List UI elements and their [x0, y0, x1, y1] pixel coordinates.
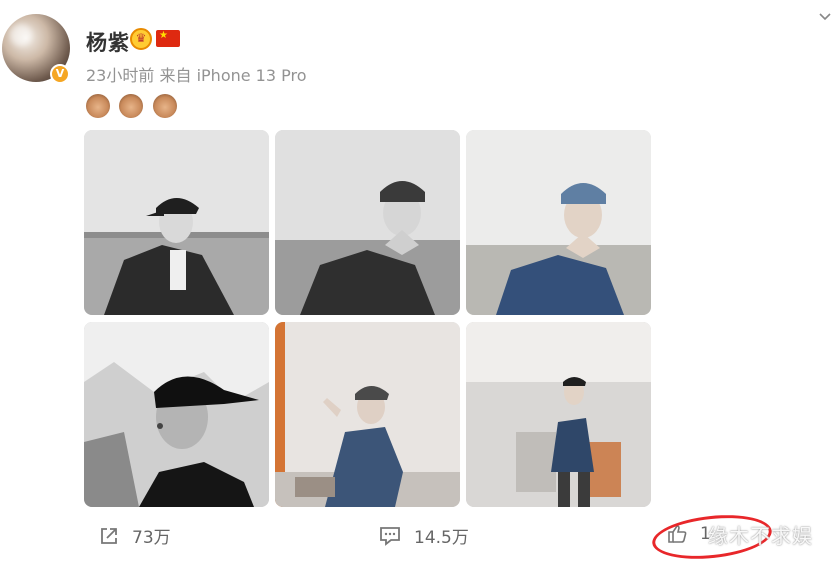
photo-4[interactable]: [84, 322, 269, 507]
photo-3[interactable]: [466, 130, 651, 315]
post-time: 23小时前: [86, 66, 155, 85]
crown-badge-icon: ♛: [130, 28, 152, 50]
monkey-emoji-icon: [86, 93, 110, 118]
monkey-emoji-icon: [119, 93, 144, 118]
post-device[interactable]: iPhone 13 Pro: [197, 66, 307, 85]
watermark: 缘木不求娱: [708, 524, 813, 548]
china-flag-icon: ★: [156, 30, 180, 47]
photo-1[interactable]: [84, 130, 269, 315]
verified-badge-icon: V: [50, 64, 70, 84]
comment-count: 14.5万: [414, 528, 469, 548]
share-button[interactable]: 73万: [98, 523, 171, 548]
share-icon: [101, 527, 117, 544]
comment-button[interactable]: 14.5万: [378, 523, 469, 548]
monkey-emoji-icon: [152, 93, 177, 118]
photo-2[interactable]: [275, 130, 460, 315]
photo-6[interactable]: [466, 322, 651, 507]
post-meta: 23小时前 来自 iPhone 13 Pro: [86, 62, 307, 86]
share-count: 73万: [132, 528, 171, 548]
comment-icon: [380, 526, 400, 546]
photo-grid: [84, 130, 654, 510]
chevron-down-icon[interactable]: [818, 10, 832, 24]
post-text: [86, 92, 178, 118]
photo-5[interactable]: [275, 322, 460, 507]
post-source-prefix: 来自: [159, 66, 192, 85]
username[interactable]: 杨紫: [86, 27, 130, 57]
